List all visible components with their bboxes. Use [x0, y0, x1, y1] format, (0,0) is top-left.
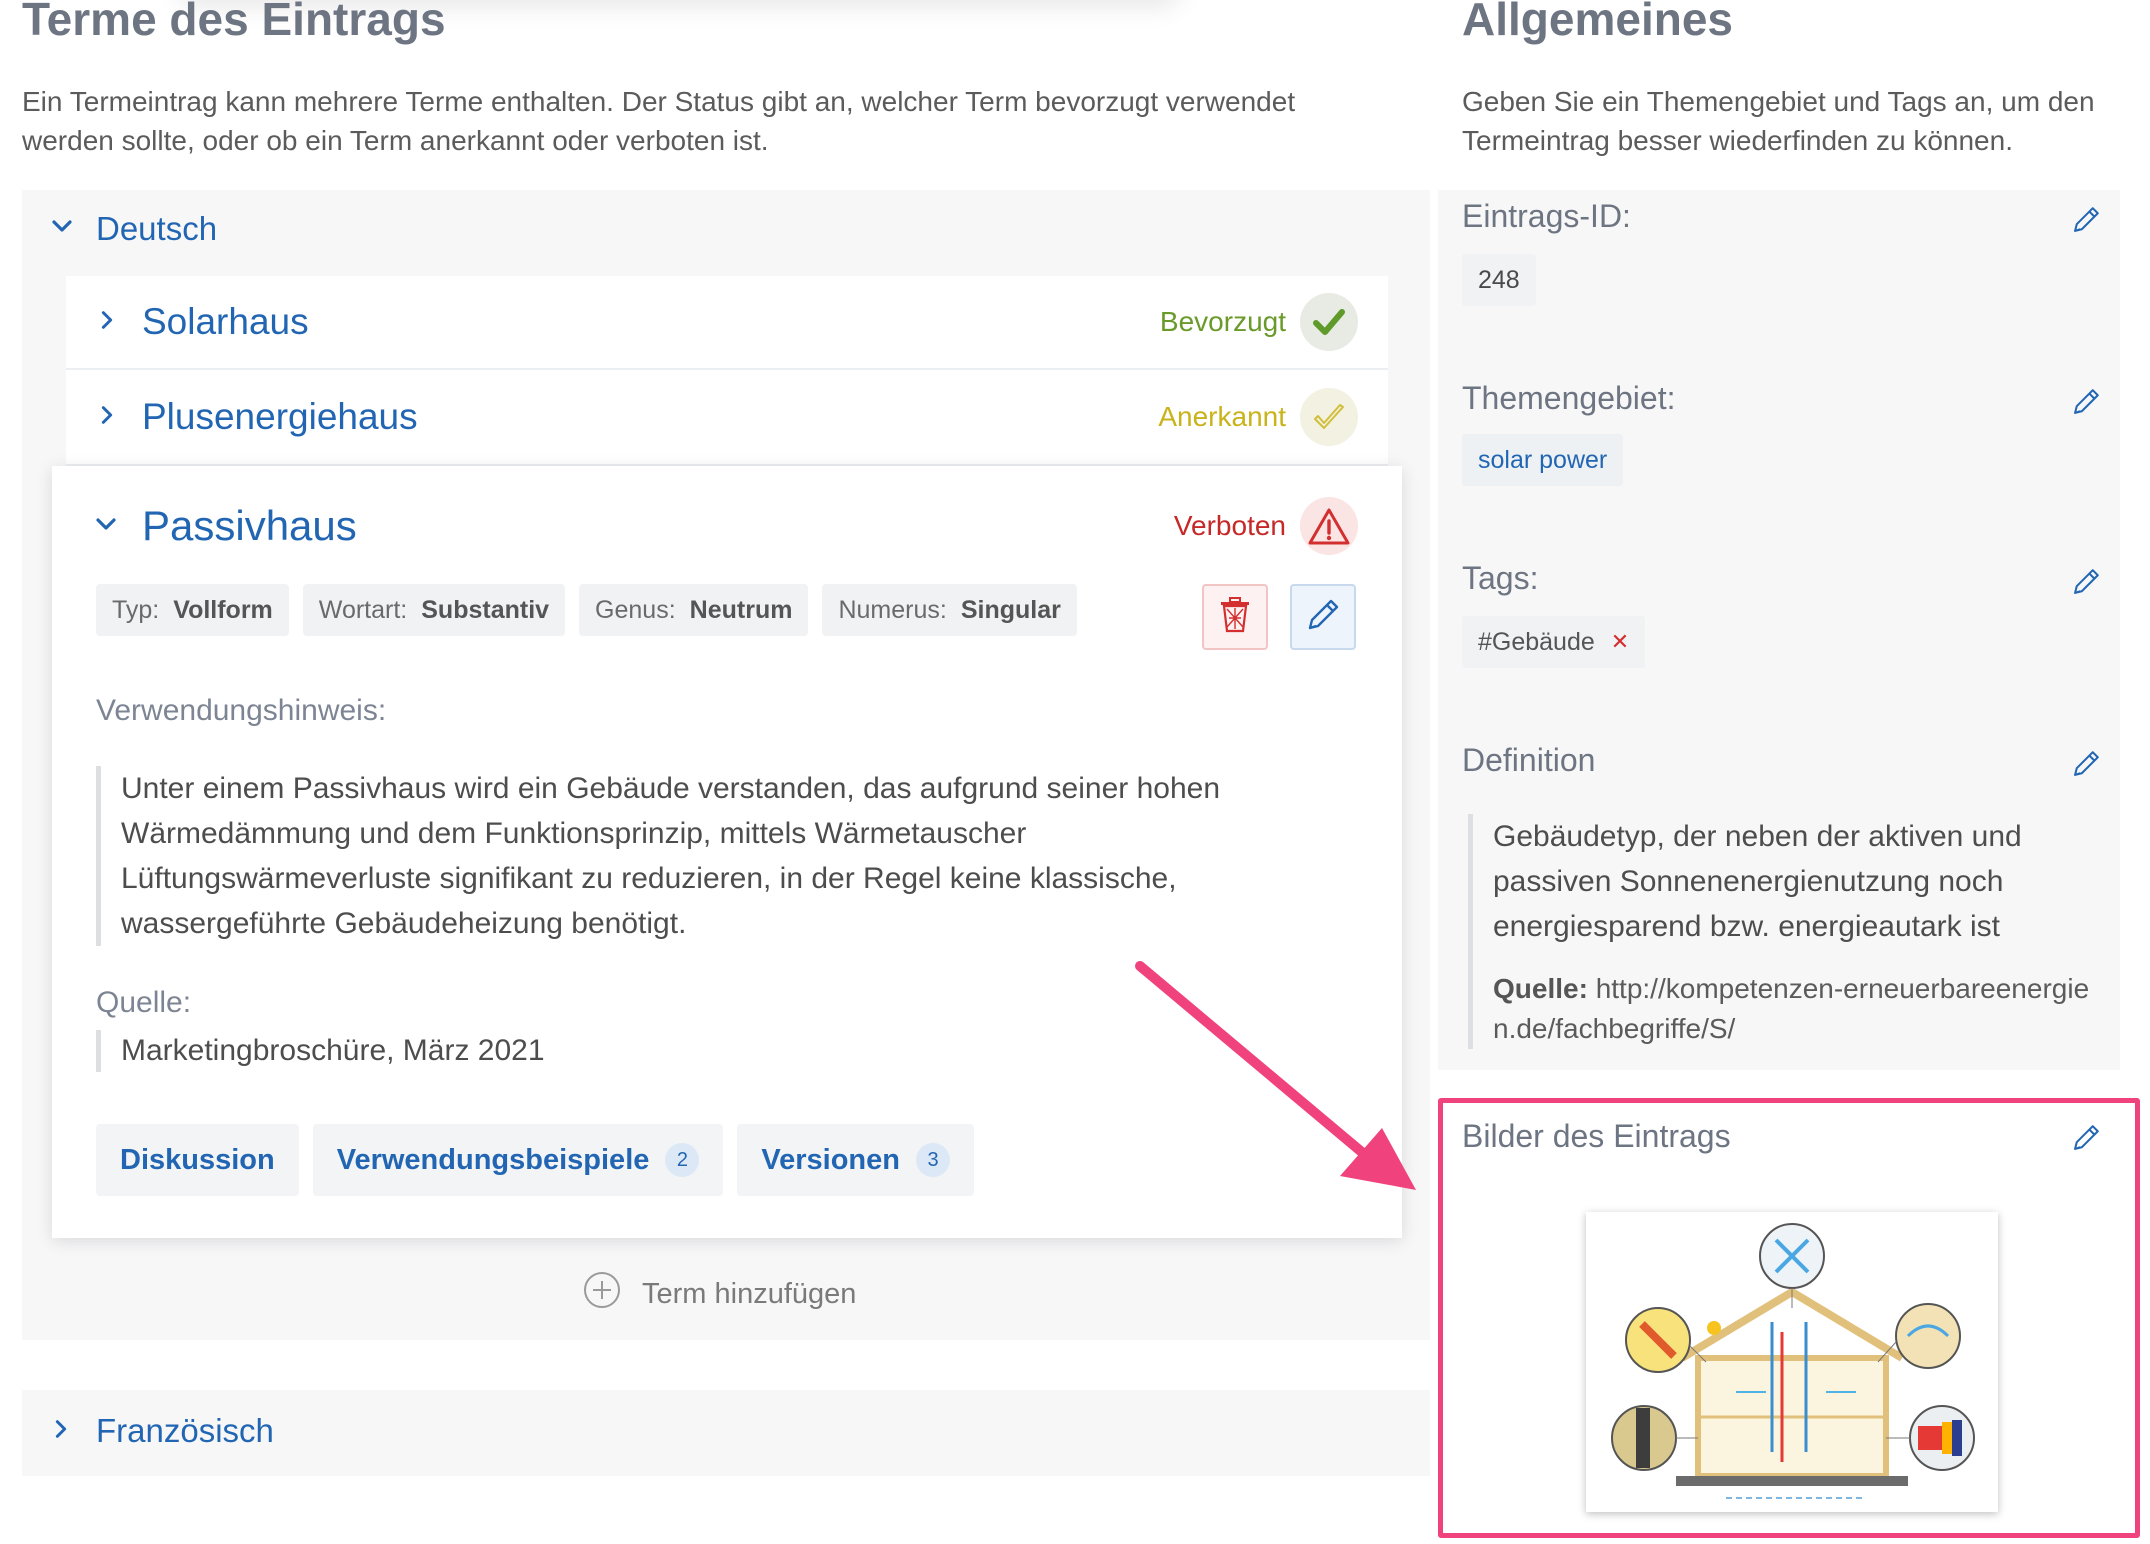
count-badge: 3 — [916, 1143, 950, 1177]
passive-house-diagram — [1611, 1223, 1975, 1499]
term-header-passivhaus[interactable]: Passivhaus Verboten — [52, 486, 1402, 566]
term-name: Passivhaus — [142, 502, 357, 549]
grammar-chips: Typ: Vollform Wortart: Substantiv Genus: Ne… — [96, 584, 1091, 636]
topic-label: Themengebiet: — [1462, 380, 1676, 416]
topic-chip[interactable]: solar power — [1462, 434, 1624, 486]
tab-label: Diskussion — [120, 1143, 275, 1176]
chip-key: Typ: — [112, 595, 160, 624]
status-badge: Verboten — [1174, 497, 1358, 555]
images-section: Bilder des Eintrags — [1462, 1118, 2122, 1168]
tag-chip: #Gebäude ✕ — [1462, 616, 1646, 668]
status-label: Anerkannt — [1158, 401, 1286, 432]
terms-intro: Ein Termeintrag kann mehrere Terme entha… — [22, 86, 1296, 156]
trash-icon — [1218, 596, 1252, 639]
entry-image-thumbnail[interactable] — [1586, 1212, 1998, 1512]
chip-value: Vollform — [173, 595, 273, 624]
chevron-down-icon — [50, 212, 86, 246]
add-term-button[interactable]: Term hinzufügen — [582, 1270, 856, 1318]
usage-label: Verwendungshinweis: — [96, 694, 387, 727]
chip-value: Singular — [960, 595, 1061, 624]
edit-tags-icon[interactable] — [2070, 566, 2102, 603]
check-icon — [1300, 293, 1358, 351]
warning-triangle-icon — [1300, 497, 1358, 555]
language-toggle-de[interactable]: Deutsch — [50, 210, 217, 248]
chip-value: Substantiv — [421, 595, 550, 624]
chip-wortart: Wortart: Substantiv — [302, 584, 566, 636]
tab-verwendungsbeispiele[interactable]: Verwendungsbeispiele 2 — [312, 1124, 724, 1196]
chevron-right-icon — [50, 1414, 86, 1448]
images-label: Bilder des Eintrags — [1462, 1118, 1731, 1154]
status-label: Verboten — [1173, 510, 1286, 541]
chip-key: Genus: — [595, 595, 676, 624]
remove-tag-icon[interactable]: ✕ — [1611, 629, 1629, 655]
pencil-icon — [1304, 596, 1342, 639]
status-label: Bevorzugt — [1159, 306, 1286, 337]
entry-id-section: Eintrags-ID: — [1462, 198, 2122, 258]
check-outline-icon — [1300, 388, 1358, 446]
edit-topic-icon[interactable] — [2070, 386, 2102, 423]
definition-source-label: Quelle: — [1493, 973, 1588, 1004]
definition-label: Definition — [1462, 742, 1596, 778]
chip-key: Numerus: — [838, 595, 947, 624]
tab-label: Versionen — [761, 1143, 900, 1176]
language-toggle-fr[interactable]: Französisch — [50, 1412, 274, 1450]
entry-id-label: Eintrags-ID: — [1462, 198, 1631, 234]
tags-section: Tags: — [1462, 560, 2122, 620]
definition-text: Gebäudetyp, der neben der aktiven und pa… — [1493, 820, 2022, 943]
source-text: Marketingbroschüre, März 2021 — [96, 1030, 545, 1072]
topic-section: Themengebiet: — [1462, 380, 2122, 440]
chip-numerus: Numerus: Singular — [822, 584, 1077, 636]
status-badge: Bevorzugt — [1160, 293, 1358, 351]
tab-versionen[interactable]: Versionen 3 — [737, 1124, 974, 1196]
count-badge: 2 — [665, 1143, 700, 1177]
source-label: Quelle: — [96, 986, 192, 1019]
chevron-down-icon — [94, 512, 118, 541]
definition-block: Gebäudetyp, der neben der aktiven und pa… — [1468, 814, 2103, 1049]
general-heading: Allgemeines — [1462, 0, 1733, 45]
tag-label: #Gebäude — [1478, 627, 1595, 656]
language-label-de: Deutsch — [96, 210, 218, 247]
entry-id-value: 248 — [1462, 254, 1536, 306]
status-badge: Anerkannt — [1158, 388, 1358, 446]
annotation-arrow-icon — [1135, 961, 1416, 1190]
term-card-plusenergiehaus[interactable]: Plusenergiehaus Anerkannt — [66, 370, 1388, 466]
chevron-right-icon — [96, 404, 118, 431]
edit-definition-icon[interactable] — [2070, 748, 2102, 785]
tags-label: Tags: — [1462, 560, 1539, 596]
chip-typ: Typ: Vollform — [96, 584, 289, 636]
chip-value: Neutrum — [689, 595, 793, 624]
tab-diskussion[interactable]: Diskussion — [96, 1124, 299, 1196]
language-label-fr: Französisch — [96, 1412, 274, 1449]
chevron-right-icon — [96, 309, 118, 336]
plus-circle-icon — [582, 1270, 622, 1318]
add-term-label: Term hinzufügen — [642, 1277, 857, 1310]
term-tabs: Diskussion Verwendungsbeispiele 2 Version… — [96, 1124, 988, 1196]
general-intro: Geben Sie ein Themengebiet und Tags an, … — [1462, 86, 2095, 156]
chip-key: Wortart: — [318, 595, 408, 624]
tab-label: Verwendungsbeispiele — [336, 1143, 650, 1176]
definition-section: Definition — [1462, 742, 2122, 802]
chip-genus: Genus: Neutrum — [579, 584, 809, 636]
term-name: Plusenergiehaus — [142, 396, 418, 437]
delete-term-button[interactable] — [1202, 584, 1268, 650]
term-name: Solarhaus — [142, 301, 309, 342]
edit-term-button[interactable] — [1290, 584, 1356, 650]
definition-source: Quelle: http://kompetenzen-erneuerbareen… — [1493, 969, 2103, 1049]
edit-images-icon[interactable] — [2070, 1122, 2102, 1159]
term-card-solarhaus[interactable]: Solarhaus Bevorzugt — [66, 276, 1388, 370]
edit-entry-id-icon[interactable] — [2070, 204, 2102, 241]
terms-heading: Terme des Eintrags — [22, 0, 446, 45]
usage-text: Unter einem Passivhaus wird ein Gebäude … — [96, 766, 1321, 946]
